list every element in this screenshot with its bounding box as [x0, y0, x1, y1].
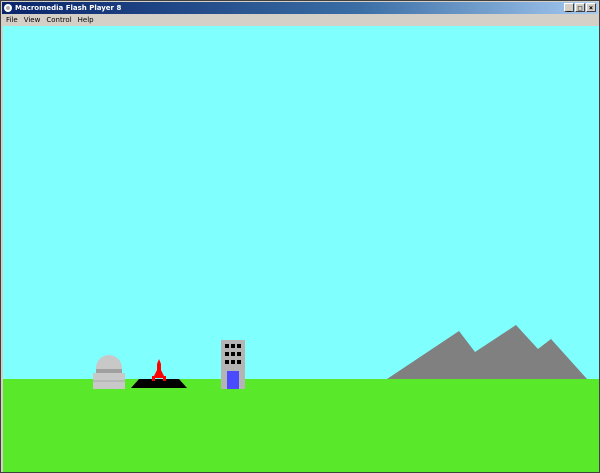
ground	[3, 379, 599, 472]
maximize-icon: □	[577, 4, 583, 12]
close-icon: ×	[588, 4, 594, 12]
menu-control[interactable]: Control	[43, 14, 74, 26]
observatory-band	[96, 369, 122, 373]
building-window	[237, 360, 241, 364]
building-window	[225, 344, 229, 348]
building-window	[237, 344, 241, 348]
rocket-leg-right	[163, 376, 166, 381]
maximize-button[interactable]: □	[575, 3, 585, 12]
building-door	[227, 371, 239, 389]
title-bar[interactable]: Macromedia Flash Player 8 _ □ ×	[2, 2, 598, 14]
building-window	[231, 360, 235, 364]
building-window	[231, 344, 235, 348]
menu-help[interactable]: Help	[75, 14, 97, 26]
menu-view[interactable]: View	[21, 14, 44, 26]
building-window	[225, 352, 229, 356]
launch-pad	[131, 379, 187, 388]
minimize-icon: _	[566, 4, 572, 12]
building-window	[237, 352, 241, 356]
building-window	[231, 352, 235, 356]
window-title: Macromedia Flash Player 8	[15, 4, 122, 12]
menu-file[interactable]: File	[2, 14, 21, 26]
close-button[interactable]: ×	[586, 3, 596, 12]
flash-player-window: Macromedia Flash Player 8 _ □ × File Vie…	[0, 0, 600, 473]
rocket-leg-left	[152, 376, 155, 381]
building-window	[225, 360, 229, 364]
flash-player-icon[interactable]	[4, 4, 12, 12]
menu-bar: File View Control Help	[2, 14, 598, 26]
building-windows	[225, 344, 241, 364]
building	[221, 340, 245, 389]
minimize-button[interactable]: _	[564, 3, 574, 12]
window-controls: _ □ ×	[564, 3, 596, 12]
scene-canvas	[3, 26, 599, 472]
game-stage[interactable]	[3, 26, 599, 472]
